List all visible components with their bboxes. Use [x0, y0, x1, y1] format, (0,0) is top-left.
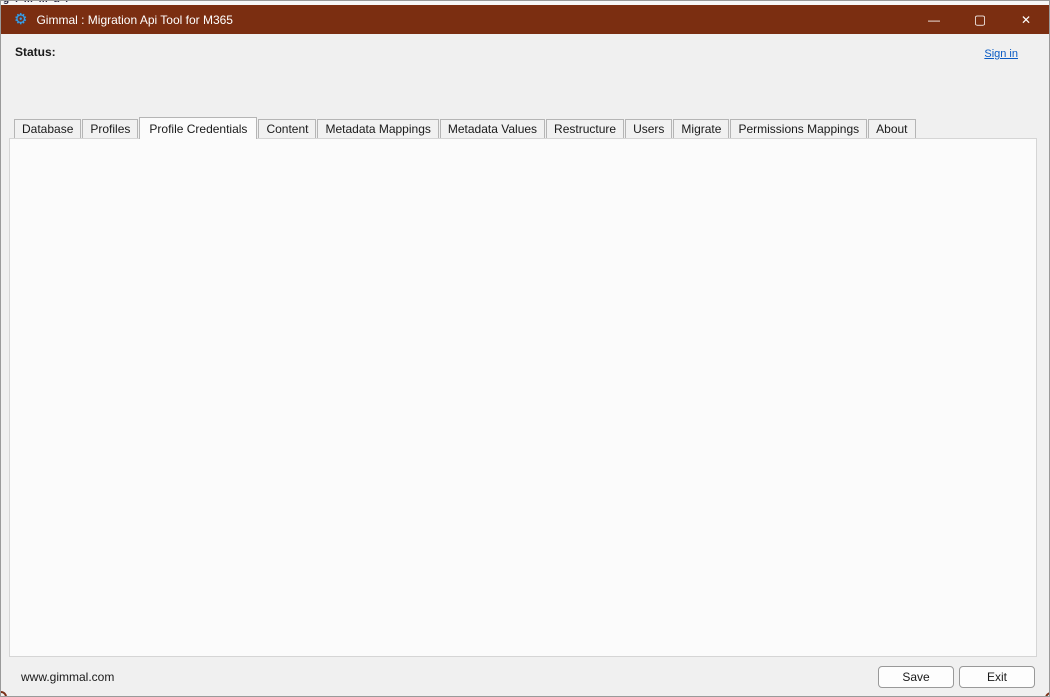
tab-strip: Database Profiles Profile Credentials Co… [14, 116, 917, 138]
maximize-button[interactable]: ▢ [957, 5, 1003, 34]
title-bar: ⚙ Gimmal : Migration Api Tool for M365 —… [1, 5, 1049, 34]
tab-permissions-mappings[interactable]: Permissions Mappings [730, 119, 867, 138]
window-controls: — ▢ ✕ [911, 5, 1049, 34]
app-window: gimmal ⚙ Gimmal : Migration Api Tool for… [0, 0, 1050, 697]
close-button[interactable]: ✕ [1003, 5, 1049, 34]
tab-profiles[interactable]: Profiles [82, 119, 138, 138]
gear-icon: ⚙ [14, 12, 27, 27]
tab-metadata-values[interactable]: Metadata Values [440, 119, 545, 138]
tab-content[interactable]: Content [258, 119, 316, 138]
tab-users[interactable]: Users [625, 119, 672, 138]
tab-migrate[interactable]: Migrate [673, 119, 729, 138]
tab-database[interactable]: Database [14, 119, 81, 138]
background-artifact-right [1045, 692, 1050, 697]
gimmal-website-text: www.gimmal.com [21, 670, 114, 685]
status-label: Status: [15, 45, 56, 60]
minimize-button[interactable]: — [911, 5, 957, 34]
tab-restructure[interactable]: Restructure [546, 119, 624, 138]
exit-button[interactable]: Exit [959, 666, 1035, 688]
tab-metadata-mappings[interactable]: Metadata Mappings [317, 119, 438, 138]
background-artifact-left [0, 691, 7, 697]
window-title: Gimmal : Migration Api Tool for M365 [36, 13, 233, 27]
tab-profile-credentials[interactable]: Profile Credentials [139, 117, 257, 139]
save-button[interactable]: Save [878, 666, 954, 688]
tab-about[interactable]: About [868, 119, 915, 138]
profile-credentials-panel [9, 138, 1037, 657]
sign-in-link[interactable]: Sign in [984, 48, 1018, 60]
